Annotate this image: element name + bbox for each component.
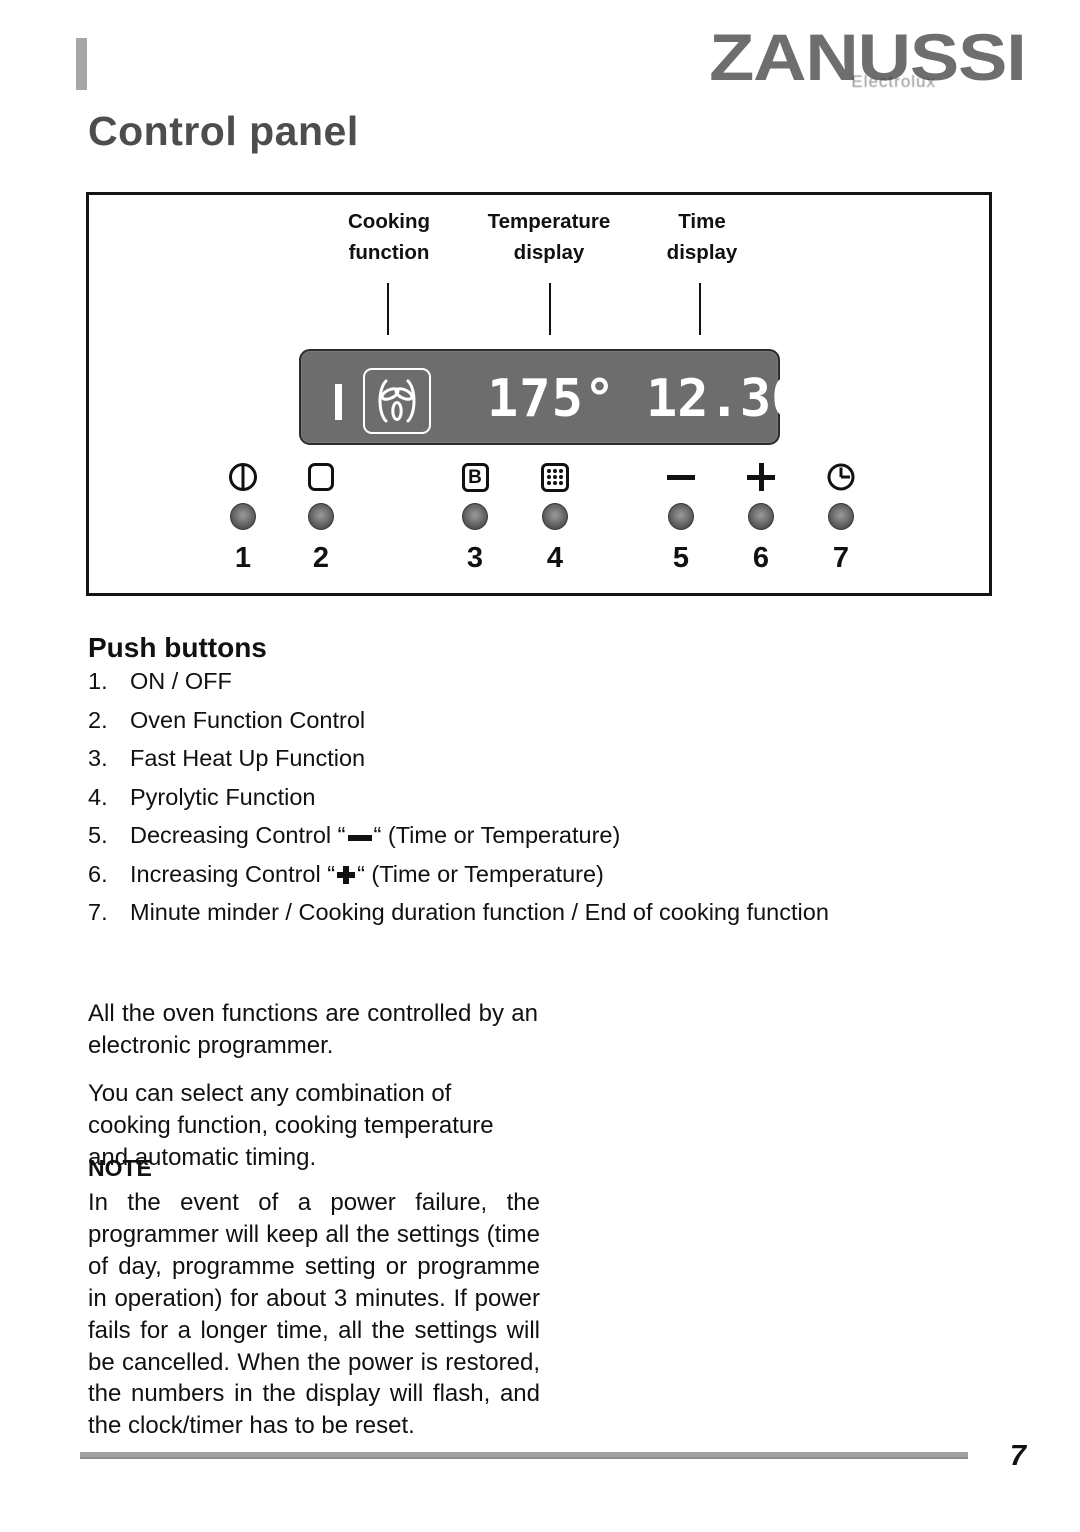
button-led[interactable] (462, 503, 488, 530)
time-value: 12.30 (646, 369, 803, 429)
list-item-label: ON / OFF (130, 668, 232, 694)
list-item-number: 1. (88, 668, 108, 694)
plus-icon (337, 865, 356, 884)
button-led[interactable] (230, 503, 256, 530)
list-item-number: 4. (88, 783, 108, 810)
button-led[interactable] (668, 503, 694, 530)
brand-logo: ZANUSSI Electrolux (709, 24, 1027, 104)
button-number: 4 (546, 542, 564, 574)
minute-minder-button[interactable]: 7 (805, 457, 877, 575)
button-number: 5 (672, 542, 690, 574)
oven-function-control-button[interactable]: 2 (285, 457, 357, 575)
note-paragraph: In the event of a power failure, the pro… (88, 1189, 540, 1440)
oven-fan-icon (363, 368, 431, 434)
list-item-number: 3. (88, 745, 108, 771)
intro-paragraph-2: You can select any combination of cookin… (88, 1080, 494, 1171)
list-item-number: 2. (88, 706, 108, 733)
control-panel-figure: Cooking function Temperature display Tim… (86, 192, 992, 596)
button-led[interactable] (748, 503, 774, 530)
push-button-row: 1 2 B 3 4 5 6 7 (89, 457, 989, 587)
list-item-label: Decreasing Control “ “ (Time or Temperatu… (130, 822, 968, 848)
pyrolytic-function-button[interactable]: 4 (519, 457, 591, 575)
lcd-indicator-bar (335, 384, 342, 420)
push-buttons-list: 1. ON / OFF 2. Oven Function Control 3. … (88, 668, 968, 940)
button-number: 7 (832, 542, 850, 574)
lcd-display: 175° 12.30 (299, 349, 803, 445)
temperature-value: 175° (487, 369, 617, 429)
button-number: 3 (466, 542, 484, 574)
header-accent-bar (76, 38, 87, 90)
list-item-number: 5. (88, 822, 108, 848)
callout-labels: Cooking function Temperature display Tim… (89, 207, 989, 347)
list-item: 1. ON / OFF (88, 668, 968, 694)
rounded-square-icon (285, 457, 357, 497)
button-led[interactable] (828, 503, 854, 530)
note-heading: NOTE (88, 1155, 152, 1181)
footer-divider (80, 1452, 968, 1459)
page-number: 7 (1009, 1440, 1026, 1472)
list-item: 5. Decreasing Control “ “ (Time or Temper… (88, 822, 968, 848)
callout-line-1: Time (678, 210, 726, 233)
button-number: 6 (752, 542, 770, 574)
push-buttons-heading: Push buttons (88, 632, 267, 663)
list-item: 4. Pyrolytic Function (88, 783, 968, 810)
fast-heat-up-button[interactable]: B 3 (439, 457, 511, 575)
callout-line-2: display (666, 240, 738, 264)
list-item-number: 7. (88, 899, 108, 925)
button-number: 2 (312, 542, 330, 574)
callout-pointer-line (699, 283, 701, 335)
page-title: Control panel (88, 108, 359, 154)
list-item: 2. Oven Function Control (88, 706, 968, 733)
dot-grid-box-icon (519, 457, 591, 497)
plus-icon (725, 457, 797, 497)
list-item-label: Oven Function Control (130, 706, 366, 733)
button-led[interactable] (308, 503, 334, 530)
list-item-label: Pyrolytic Function (130, 783, 316, 810)
decrease-button[interactable]: 5 (645, 457, 717, 575)
button-number: 1 (234, 542, 252, 574)
list-item-number: 6. (88, 860, 108, 887)
list-item-label: Fast Heat Up Function (130, 745, 366, 771)
callout-pointer-line (387, 283, 389, 335)
list-item-label: Increasing Control “ “ (Time or Temperatu… (130, 860, 968, 887)
list-item: 3. Fast Heat Up Function (88, 745, 968, 771)
on-off-button[interactable]: 1 (207, 457, 279, 575)
list-item: 6. Increasing Control “ “ (Time or Temper… (88, 860, 968, 887)
clock-icon (805, 457, 877, 497)
list-item-text-pre: Decreasing Control “ (130, 822, 346, 848)
list-item: 7. Minute minder / Cooking duration func… (88, 899, 968, 925)
intro-paragraph-1: All the oven functions are controlled by… (88, 1000, 538, 1059)
list-item-label: Minute minder / Cooking duration functio… (130, 899, 829, 925)
callout-time-display: Time display (617, 207, 787, 335)
button-led[interactable] (542, 503, 568, 530)
list-item-text-pre: Increasing Control “ (130, 860, 336, 887)
increase-button[interactable]: 6 (725, 457, 797, 575)
minus-icon (347, 835, 372, 841)
list-item-text-post: “ (Time or Temperature) (373, 822, 621, 848)
list-item-text-post: “ (Time or Temperature) (357, 860, 604, 887)
letter-b-box-icon: B (439, 457, 511, 497)
fan-symbol (378, 379, 416, 423)
power-icon (207, 457, 279, 497)
callout-pointer-line (549, 283, 551, 335)
minus-icon (645, 457, 717, 497)
brand-subbrand: Electrolux (851, 72, 936, 91)
